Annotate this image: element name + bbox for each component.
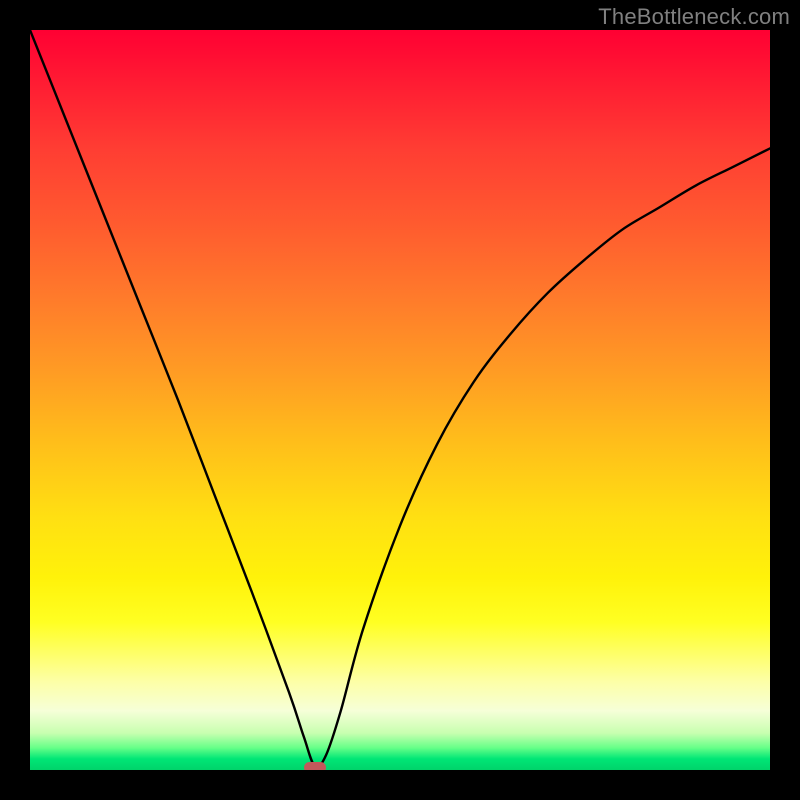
bottleneck-curve (30, 30, 770, 767)
watermark-text: TheBottleneck.com (598, 4, 790, 30)
minimum-marker (304, 762, 326, 770)
plot-area (30, 30, 770, 770)
chart-frame: TheBottleneck.com (0, 0, 800, 800)
curve-layer (30, 30, 770, 770)
